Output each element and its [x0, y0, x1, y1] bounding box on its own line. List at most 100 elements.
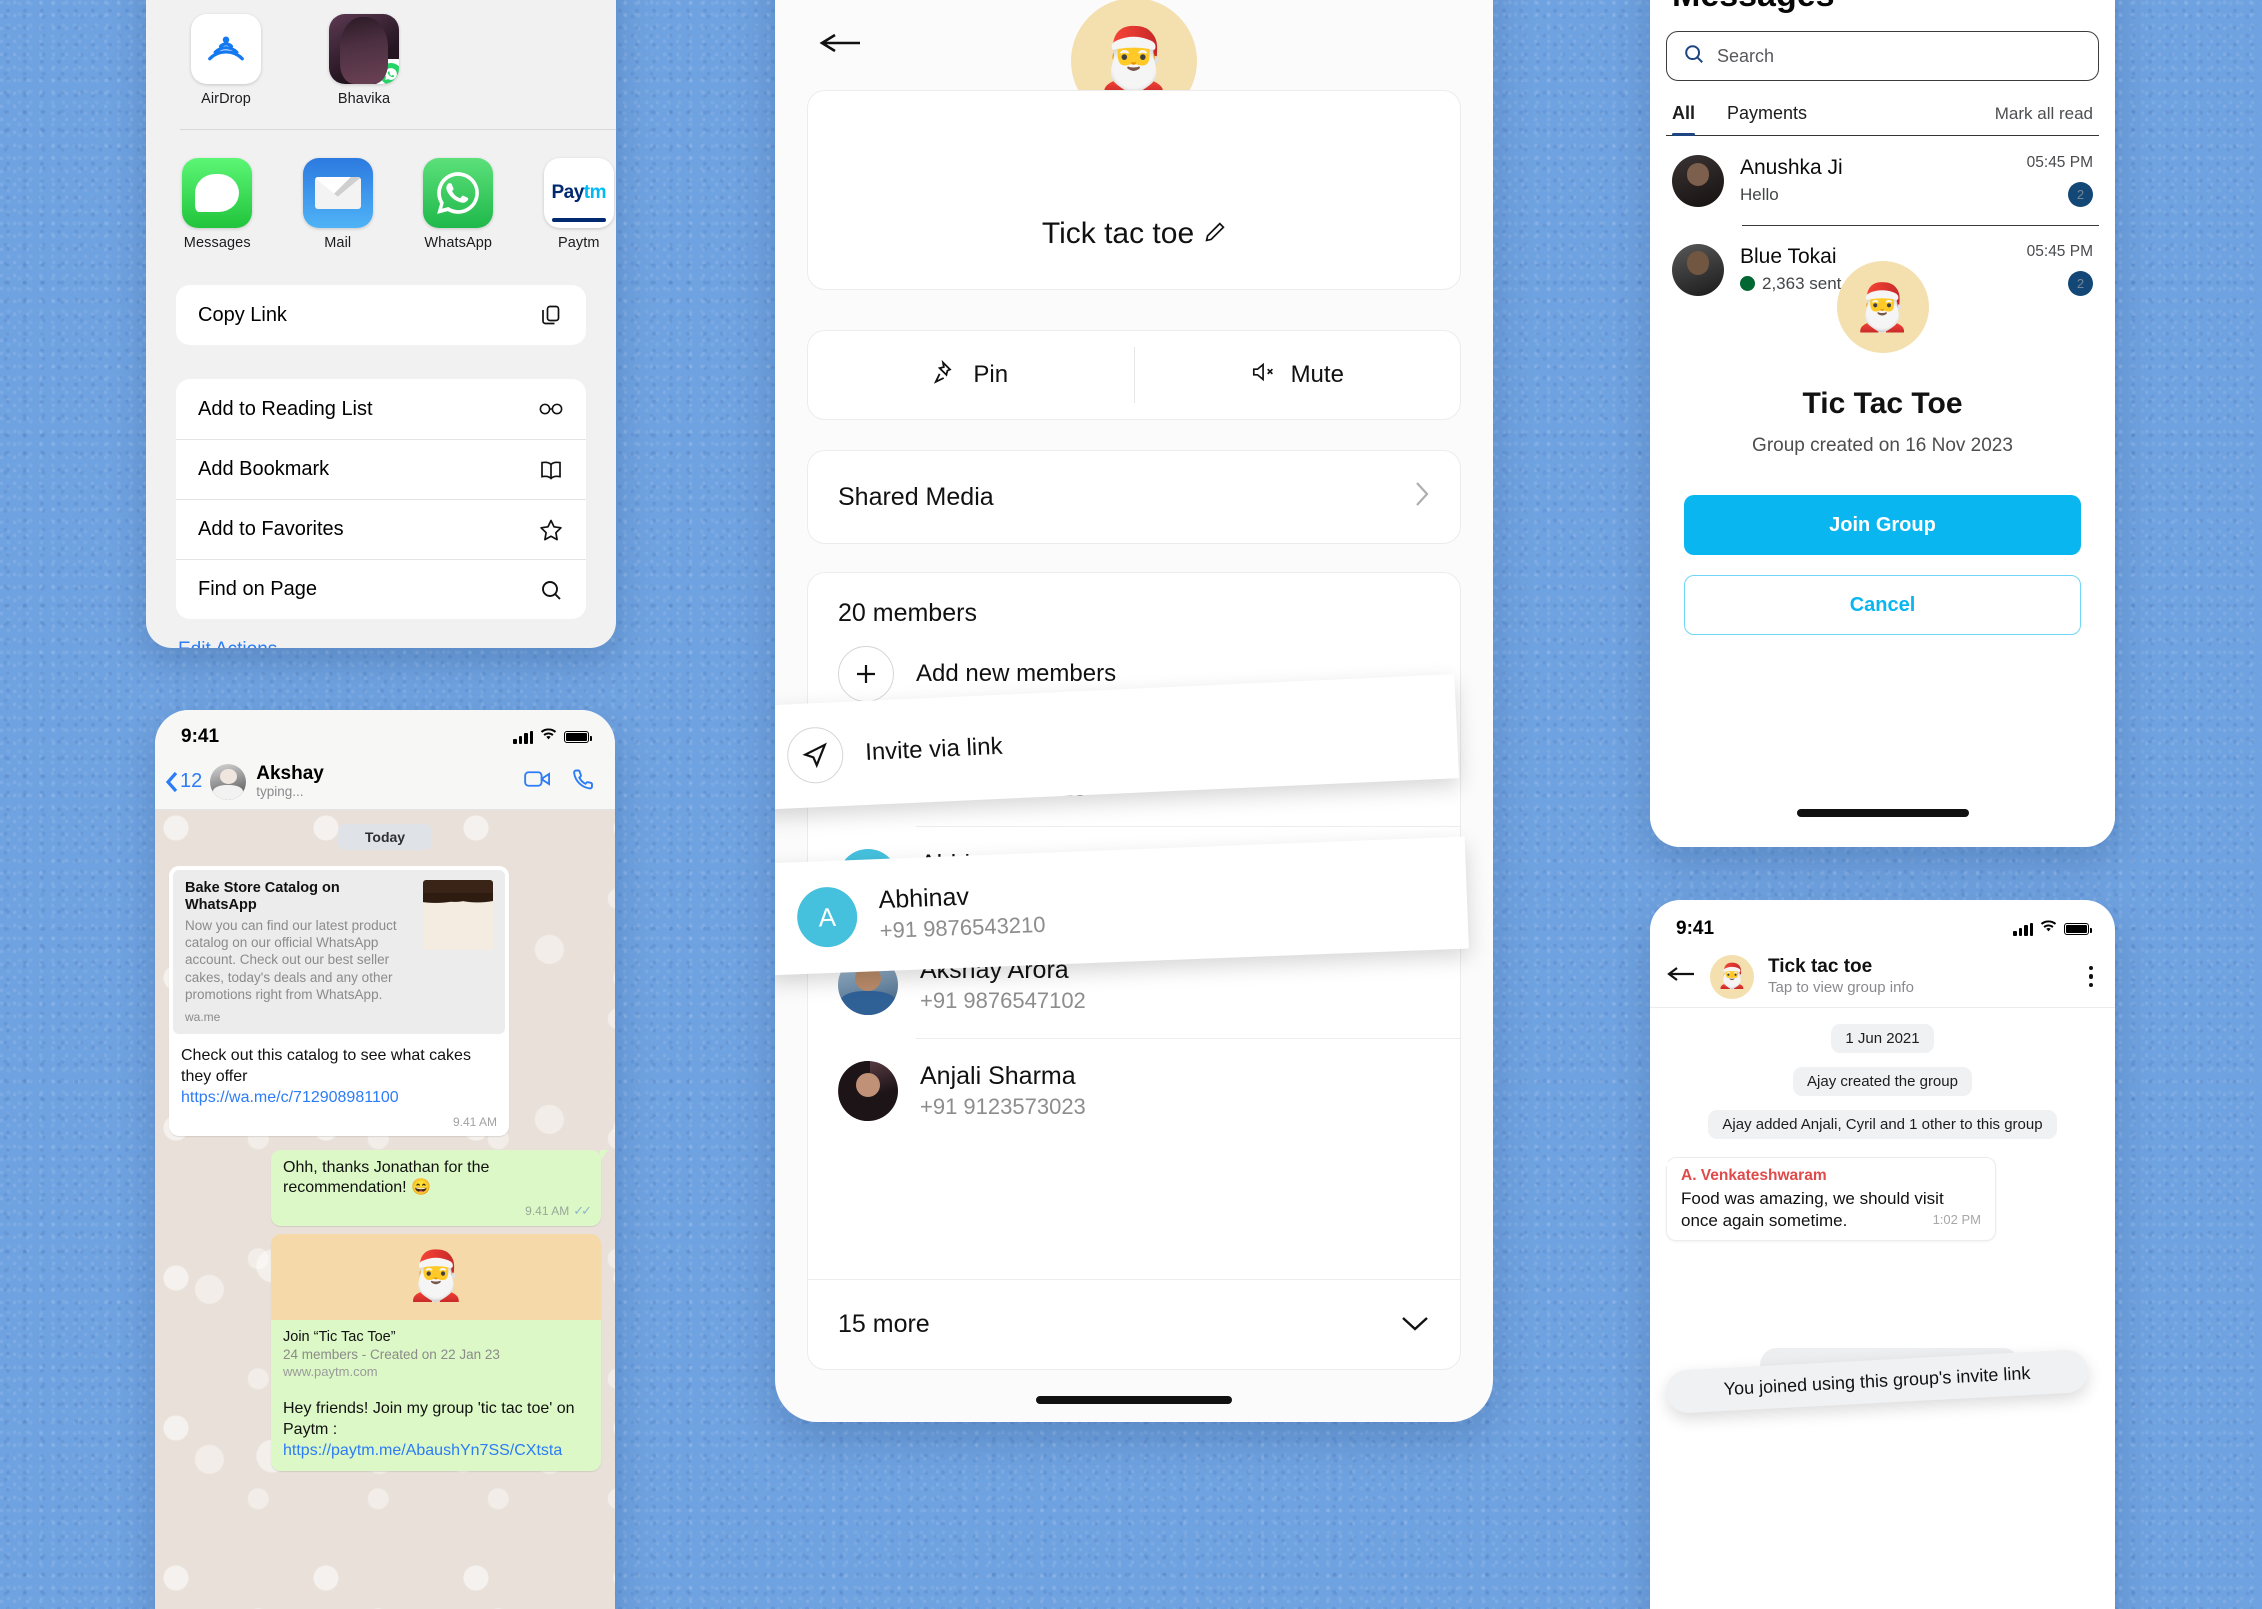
chat-header: 12 Akshay typing... — [155, 754, 615, 810]
group-name: Tick tac toe — [1041, 217, 1195, 250]
group-card-message-text: Hey friends! Join my group 'tic tac toe'… — [283, 1400, 575, 1438]
pencil-edit-icon[interactable] — [1204, 217, 1226, 251]
share-app-mail[interactable]: Mail — [301, 158, 376, 251]
app-label: Paytm — [557, 235, 600, 251]
action-add-bookmark[interactable]: Add Bookmark — [176, 439, 586, 499]
unread-badge: 2 — [2068, 271, 2093, 296]
show-more-members-row[interactable]: 15 more — [808, 1279, 1460, 1369]
system-message: Ajay created the group — [1793, 1067, 1972, 1096]
add-members-label: Add new members — [916, 660, 1117, 687]
message-time: 9.41 AM — [452, 1114, 497, 1129]
incoming-message-bubble[interactable]: A. Venkateshwaram Food was amazing, we s… — [1660, 1157, 1996, 1242]
join-group-button[interactable]: Join Group — [1684, 495, 2081, 555]
star-icon — [538, 517, 564, 543]
contact-label: Bhavika — [337, 91, 391, 107]
thread-time: 05:45 PM — [2026, 154, 2093, 171]
battery-icon — [564, 731, 592, 743]
message-link[interactable]: https://wa.me/c/712908981100 — [181, 1089, 399, 1106]
group-name-card: Tick tac toe — [807, 90, 1461, 290]
edit-actions-button[interactable]: Edit Actions... — [146, 619, 616, 648]
cellular-signal-icon — [2013, 922, 2033, 936]
group-invite-card[interactable]: 🎅 Join “Tic Tac Toe” 24 members - Create… — [271, 1234, 601, 1472]
message-time: 9.41 AM — [525, 1204, 570, 1219]
tab-all[interactable]: All — [1672, 103, 1696, 136]
glasses-icon — [538, 396, 564, 422]
chat-header: 🎅 Tick tac toe Tap to view group info — [1650, 946, 2115, 1008]
share-target-airdrop[interactable]: AirDrop — [180, 14, 272, 107]
book-icon — [538, 457, 564, 483]
avatar[interactable] — [210, 763, 247, 800]
search-input[interactable]: Search — [1666, 31, 2099, 81]
video-call-icon[interactable] — [524, 767, 551, 796]
group-name-row[interactable]: Tick tac toe — [1042, 217, 1226, 251]
app-label: WhatsApp — [424, 235, 493, 251]
action-label: Find on Page — [198, 578, 317, 600]
incoming-message-bubble[interactable]: Bake Store Catalog on WhatsApp Now you c… — [169, 866, 509, 1136]
copy-link-row[interactable]: Copy Link — [176, 285, 586, 345]
airdrop-icon — [191, 14, 261, 84]
mark-all-read-button[interactable]: Mark all read — [1995, 104, 2093, 135]
share-target-contact[interactable]: Bhavika — [318, 14, 410, 107]
home-indicator — [1796, 809, 1969, 817]
member-row-anjali[interactable]: Anjali Sharma +91 9123573023 — [808, 1038, 1460, 1144]
system-message: Ajay added Anjali, Cyril and 1 other to … — [1708, 1110, 2057, 1139]
mute-label: Mute — [1290, 361, 1344, 388]
modal-title: Tic Tac Toe — [1802, 387, 1963, 420]
paytm-app-icon: Paytm — [543, 158, 614, 228]
action-reading-list[interactable]: Add to Reading List — [176, 379, 586, 439]
actions-card: Add to Reading List Add Bookmark Add to … — [176, 379, 586, 619]
messages-app-icon — [182, 158, 253, 228]
tab-payments[interactable]: Payments — [1727, 103, 1807, 135]
share-app-whatsapp[interactable]: WhatsApp — [421, 158, 496, 251]
chat-subtitle[interactable]: Tap to view group info — [1768, 979, 1914, 996]
pin-button[interactable]: Pin — [808, 331, 1134, 419]
battery-icon — [2064, 923, 2092, 935]
invite-link-label: Invite via link — [864, 732, 1004, 766]
back-arrow-icon[interactable] — [1666, 964, 1696, 989]
join-group-modal: 🎅 Tic Tac Toe Group created on 16 Nov 20… — [1650, 261, 2115, 847]
page-title: Messages — [1666, 0, 2099, 31]
whatsapp-chat-phone: 9:41 12 Akshay typing... Today Bake Stor… — [155, 710, 615, 1609]
avatar — [1672, 154, 1724, 207]
shared-media-row[interactable]: Shared Media — [807, 450, 1461, 544]
search-placeholder: Search — [1717, 45, 1775, 66]
group-avatar-emoji: 🎅 — [271, 1234, 601, 1321]
ios-share-sheet: AirDrop Bhavika Messages Mail WhatsApp P… — [146, 0, 616, 648]
share-app-paytm[interactable]: Paytm Paytm — [542, 158, 617, 251]
messages-app-phone: Messages Search All Payments Mark all re… — [1650, 0, 2115, 847]
search-icon — [538, 577, 564, 603]
mute-button[interactable]: Mute — [1135, 331, 1461, 419]
thread-time: 05:45 PM — [2026, 243, 2093, 260]
pin-label: Pin — [973, 361, 1009, 388]
paytm-word-a: Pay — [551, 182, 584, 203]
kebab-menu-icon[interactable] — [2088, 965, 2093, 988]
cellular-signal-icon — [513, 730, 533, 744]
phone-call-icon[interactable] — [570, 767, 597, 796]
back-arrow-icon[interactable] — [819, 28, 861, 58]
copy-link-card: Copy Link — [176, 285, 586, 345]
link-preview-card[interactable]: Bake Store Catalog on WhatsApp Now you c… — [173, 870, 505, 1035]
back-count: 12 — [180, 770, 203, 792]
cancel-button[interactable]: Cancel — [1684, 575, 2081, 635]
thread-row[interactable]: Anushka Ji Hello 05:45 PM 2 — [1666, 136, 2099, 225]
group-chat-phone: 9:41 🎅 Tick tac toe Tap to view group in… — [1650, 900, 2115, 1609]
more-label: 15 more — [838, 1310, 930, 1338]
chat-messages-area: Today Bake Store Catalog on WhatsApp Now… — [155, 810, 615, 1609]
thread-preview: 2,363 sent — [1762, 273, 1842, 293]
action-find-on-page[interactable]: Find on Page — [176, 559, 586, 619]
back-button[interactable]: 12 — [165, 770, 202, 793]
shared-media-label: Shared Media — [838, 482, 994, 511]
link-preview-description: Now you can find our latest product cata… — [185, 917, 397, 1002]
plus-icon — [838, 646, 894, 702]
whatsapp-badge-icon — [376, 59, 399, 84]
group-avatar[interactable]: 🎅 — [1710, 954, 1754, 999]
action-add-favorites[interactable]: Add to Favorites — [176, 499, 586, 559]
home-indicator — [1036, 1396, 1232, 1404]
avatar — [329, 14, 399, 84]
poster-canvas: AirDrop Bhavika Messages Mail WhatsApp P… — [0, 0, 2262, 1609]
unread-badge: 2 — [2068, 182, 2093, 207]
message-body: Food was amazing, we should visit once a… — [1681, 1189, 1944, 1231]
outgoing-message-bubble[interactable]: Ohh, thanks Jonathan for the recommendat… — [271, 1149, 608, 1227]
group-card-link[interactable]: https://paytm.me/AbaushYn7SS/CXtsta — [283, 1442, 562, 1459]
share-app-messages[interactable]: Messages — [180, 158, 255, 251]
